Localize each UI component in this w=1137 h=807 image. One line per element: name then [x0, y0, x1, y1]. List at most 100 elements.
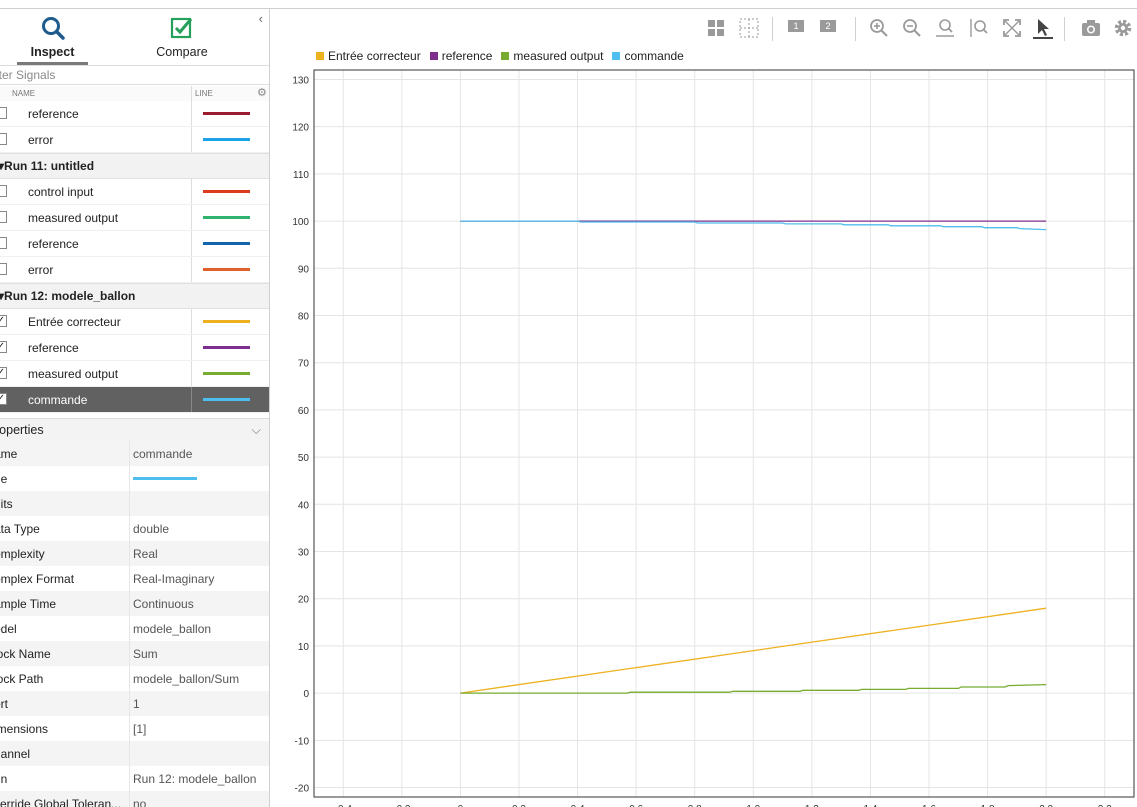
property-key: lock Name	[0, 647, 51, 661]
property-key: ata Type	[0, 522, 40, 536]
column-divider	[191, 205, 192, 230]
signal-name: error	[28, 133, 54, 147]
y-tick-label: -10	[295, 736, 310, 747]
signal-line-swatch[interactable]	[203, 138, 250, 141]
filter-signals-input[interactable]: lter Signals	[0, 65, 269, 85]
signal-line-swatch[interactable]	[203, 320, 250, 323]
tab-inspect-label: Inspect	[30, 45, 75, 59]
property-key: ne	[0, 472, 8, 486]
column-divider	[191, 309, 192, 334]
signal-line-swatch[interactable]	[203, 216, 250, 219]
signal-checkbox[interactable]	[0, 185, 7, 197]
chevron-down-icon[interactable]: ⌵	[252, 419, 261, 441]
signal-line-swatch[interactable]	[203, 268, 250, 271]
property-row[interactable]: ne	[0, 466, 269, 491]
signal-line-swatch[interactable]	[203, 398, 250, 401]
signal-checkbox[interactable]	[0, 237, 7, 249]
column-divider	[191, 257, 192, 282]
signal-line-swatch[interactable]	[203, 190, 250, 193]
property-row[interactable]: ample Time Continuous	[0, 591, 269, 616]
property-row[interactable]: verride Global Toleran... no	[0, 791, 269, 807]
signal-checkbox[interactable]: ✓	[0, 367, 7, 379]
property-row[interactable]: un Run 12: modele_ballon	[0, 766, 269, 791]
signals-panel: Inspect Compare ‹ lter Signals NAME LINE…	[0, 9, 270, 807]
property-value: 1	[133, 697, 140, 711]
signal-line-swatch[interactable]	[203, 372, 250, 375]
signal-checkbox[interactable]	[0, 263, 7, 275]
property-row[interactable]: hannel	[0, 741, 269, 766]
property-row[interactable]: nits	[0, 491, 269, 516]
property-row[interactable]: ata Type double	[0, 516, 269, 541]
signal-list: reference error ▾Run 11: untitled contro…	[0, 101, 269, 413]
column-divider	[191, 179, 192, 204]
property-row[interactable]: omplex Format Real-Imaginary	[0, 566, 269, 591]
signal-checkbox[interactable]	[0, 107, 7, 119]
signal-row-selected[interactable]: ✓ commande	[0, 387, 269, 413]
tab-inspect[interactable]: Inspect	[17, 9, 88, 65]
property-line-swatch[interactable]	[133, 477, 197, 480]
collapse-panel-icon[interactable]: ‹	[259, 11, 263, 26]
run-title: Run 12: modele_ballon	[4, 289, 136, 303]
column-divider	[191, 86, 192, 101]
signal-checkbox[interactable]: ✓	[0, 393, 7, 405]
column-divider	[129, 491, 130, 516]
property-row[interactable]: omplexity Real	[0, 541, 269, 566]
signal-checkbox[interactable]: ✓	[0, 341, 7, 353]
signal-row[interactable]: error	[0, 127, 269, 153]
property-row[interactable]: lock Path modele_ballon/Sum	[0, 666, 269, 691]
signal-row[interactable]: ✓ Entrée correcteur	[0, 309, 269, 335]
column-name-header[interactable]: NAME	[12, 89, 35, 98]
column-divider	[129, 666, 130, 691]
property-value: Real-Imaginary	[133, 572, 215, 586]
column-divider	[129, 616, 130, 641]
property-value: modele_ballon	[133, 622, 212, 636]
y-tick-label: 60	[298, 406, 310, 417]
column-divider	[129, 541, 130, 566]
signal-line-swatch[interactable]	[203, 242, 250, 245]
signal-row[interactable]: ✓ measured output	[0, 361, 269, 387]
property-row[interactable]: ort 1	[0, 691, 269, 716]
signal-row[interactable]: reference	[0, 101, 269, 127]
column-divider	[191, 335, 192, 360]
signal-row[interactable]: error	[0, 257, 269, 283]
column-divider	[129, 466, 130, 491]
signal-row[interactable]: reference	[0, 231, 269, 257]
signal-row[interactable]: ✓ reference	[0, 335, 269, 361]
column-divider	[191, 127, 192, 152]
column-settings-gear-icon[interactable]: ⚙	[257, 86, 267, 99]
y-tick-label: 20	[298, 595, 310, 606]
tab-compare[interactable]: Compare	[150, 9, 214, 65]
signal-checkbox[interactable]	[0, 211, 7, 223]
signal-name: reference	[28, 107, 79, 121]
run-group-header[interactable]: ▾Run 11: untitled	[0, 153, 269, 179]
run-group-header[interactable]: ▾Run 12: modele_ballon	[0, 283, 269, 309]
property-row[interactable]: odel modele_ballon	[0, 616, 269, 641]
property-row[interactable]: ame commande	[0, 441, 269, 466]
signal-name: commande	[28, 393, 88, 407]
line-chart[interactable]: -0.4-0.200.20.40.60.81.01.21.41.61.82.02…	[270, 9, 1137, 807]
properties-header[interactable]: roperties ⌵	[0, 418, 269, 442]
y-tick-label: 30	[298, 548, 310, 559]
property-value: Sum	[133, 647, 158, 661]
property-key: verride Global Toleran...	[0, 797, 122, 807]
property-value: no	[133, 797, 147, 807]
property-row[interactable]: imensions [1]	[0, 716, 269, 741]
column-divider	[191, 361, 192, 386]
y-tick-label: 0	[303, 689, 309, 700]
column-line-header[interactable]: LINE	[195, 89, 213, 98]
signal-checkbox[interactable]: ✓	[0, 315, 7, 327]
property-row[interactable]: lock Name Sum	[0, 641, 269, 666]
signal-row[interactable]: measured output	[0, 205, 269, 231]
checkbox-check-icon	[170, 17, 193, 39]
signal-row[interactable]: control input	[0, 179, 269, 205]
column-divider	[129, 766, 130, 791]
property-key: hannel	[0, 747, 31, 761]
window-top-bar	[0, 0, 1137, 9]
signal-checkbox[interactable]	[0, 133, 7, 145]
signal-name: control input	[28, 185, 94, 199]
signal-line-swatch[interactable]	[203, 112, 250, 115]
property-key: ample Time	[0, 597, 57, 611]
property-value: Run 12: modele_ballon	[133, 772, 257, 786]
signal-line-swatch[interactable]	[203, 346, 250, 349]
signal-name: reference	[28, 341, 79, 355]
